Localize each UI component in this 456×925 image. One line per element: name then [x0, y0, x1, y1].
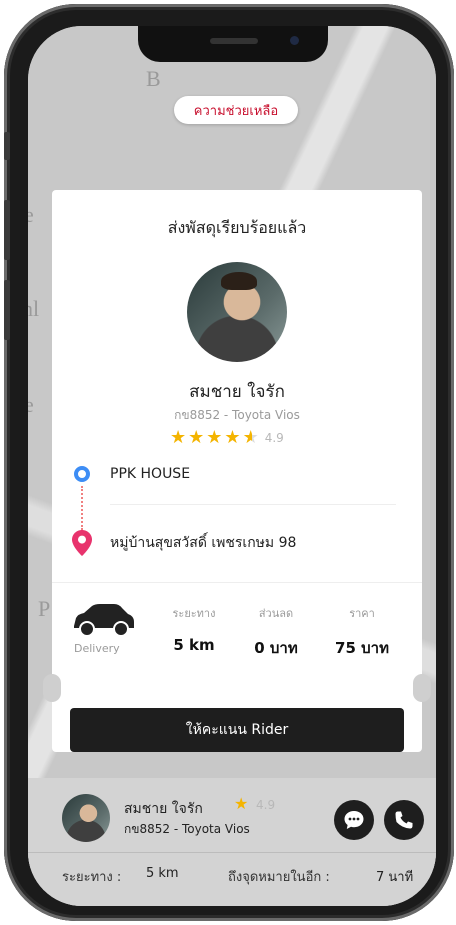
mute-switch [4, 132, 10, 160]
star-icon: ★ [206, 427, 223, 448]
volume-down-button [4, 280, 10, 340]
driver-avatar [187, 262, 287, 362]
map-label: hl [28, 296, 40, 321]
stat-label: ระยะทาง [172, 607, 216, 620]
driver-name: สมชาย ใจรัก [124, 801, 203, 817]
phone-frame: B e hl e P ความช่วยเหลือ ส่งพัสดุเรียบร้… [4, 4, 454, 921]
map-label: e [28, 202, 34, 227]
car-icon [74, 604, 134, 637]
location-pin-icon [72, 530, 92, 556]
stat-label: ราคา [349, 607, 375, 620]
stat-value: 75 บาท [335, 639, 389, 657]
distance-label: ระยะทาง : [62, 870, 122, 885]
eta-value: 7 นาที [376, 870, 414, 885]
star-half-icon: ★ [242, 427, 259, 448]
delivery-complete-card: ส่งพัสดุเรียบร้อยแล้ว สมชาย ใจรัก กข8852… [43, 190, 431, 752]
stat-distance: ระยะทาง 5 km [154, 604, 234, 654]
stat-label: ส่วนลด [258, 607, 294, 620]
chat-button[interactable] [334, 800, 374, 840]
destination-address: หมู่บ้านสุขสวัสดิ์ เพชรเกษม 98 [110, 535, 297, 551]
star-icon: ★ [224, 427, 241, 448]
location-origin-icon [74, 466, 90, 482]
help-button[interactable]: ความช่วยเหลือ [174, 96, 298, 124]
trip-info-panel: สมชาย ใจรัก ★ 4.9 กข8852 - Toyota Vios ร… [28, 778, 436, 906]
driver-rating: ★ ★ ★ ★ ★ 4.9 [170, 428, 284, 448]
speaker [210, 38, 258, 44]
eta-label: ถึงจุดหมายในอีก : [228, 870, 330, 885]
stat-value: 5 km [173, 636, 215, 654]
distance-value: 5 km [146, 866, 179, 881]
rating-value: 4.9 [256, 798, 276, 812]
camera [290, 36, 299, 45]
stat-value: 0 บาท [254, 639, 298, 657]
vehicle-type-label: Delivery [74, 642, 120, 655]
map-label: e [28, 392, 34, 417]
stat-price: ราคา 75 บาท [322, 604, 402, 660]
route-connector [81, 486, 83, 530]
rating-value: 4.9 [264, 431, 284, 445]
map-label: B [146, 66, 161, 91]
volume-up-button [4, 200, 10, 260]
notch [138, 26, 328, 62]
rate-rider-button[interactable]: ให้คะแนน Rider [70, 708, 404, 752]
card-title: ส่งพัสดุเรียบร้อยแล้ว [167, 218, 307, 237]
driver-plate-vehicle: กข8852 - Toyota Vios [174, 408, 300, 422]
call-button[interactable] [384, 800, 424, 840]
divider [28, 852, 436, 853]
map-label: P [38, 596, 51, 621]
divider [110, 504, 396, 505]
driver-plate-vehicle: กข8852 - Toyota Vios [124, 822, 250, 836]
ticket-notch-right [413, 674, 431, 702]
screen: B e hl e P ความช่วยเหลือ ส่งพัสดุเรียบร้… [28, 26, 436, 906]
phone-icon [395, 811, 413, 829]
star-icon: ★ [234, 794, 249, 813]
stat-discount: ส่วนลด 0 บาท [236, 604, 316, 660]
driver-avatar-small [62, 794, 110, 842]
divider [52, 582, 422, 583]
star-icon: ★ [188, 427, 205, 448]
avatar-hair [221, 272, 257, 290]
star-icon: ★ [170, 427, 187, 448]
origin-address: PPK HOUSE [110, 466, 191, 482]
driver-name: สมชาย ใจรัก [189, 382, 285, 402]
chat-icon [344, 811, 364, 829]
ticket-notch-left [43, 674, 61, 702]
